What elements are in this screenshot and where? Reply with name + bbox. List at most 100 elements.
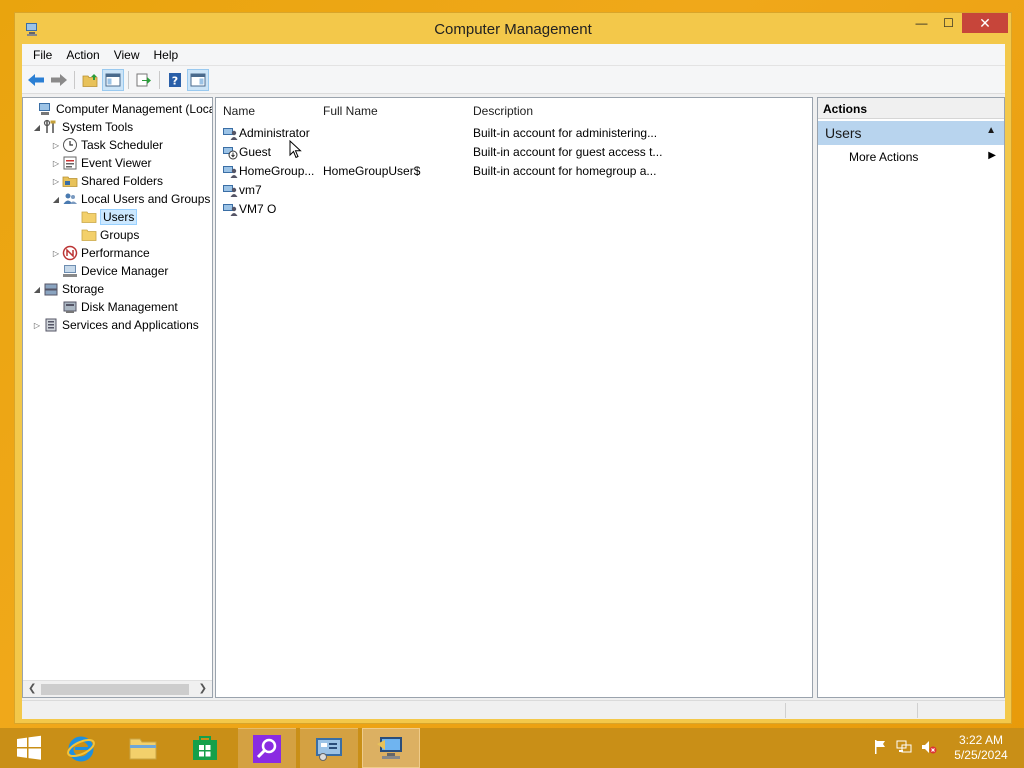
tree-item-performance[interactable]: ▷ Performance	[50, 244, 150, 262]
up-folder-icon[interactable]	[79, 69, 101, 91]
user-description: Built-in account for administering...	[473, 126, 658, 140]
menu-help[interactable]: Help	[147, 48, 186, 62]
users-groups-icon	[62, 191, 78, 207]
network-icon[interactable]	[896, 739, 912, 758]
tree-item-storage[interactable]: ◢ Storage	[31, 280, 104, 298]
disk-management-icon	[62, 299, 78, 315]
start-icon[interactable]	[0, 728, 58, 768]
expand-arrow-icon[interactable]: ▷	[50, 177, 62, 186]
collapse-up-icon[interactable]: ▲	[986, 125, 996, 136]
scroll-right-icon[interactable]: ❯	[199, 683, 207, 694]
tree-horizontal-scrollbar[interactable]: ❮ ❯	[23, 680, 212, 697]
actions-pane: Actions Users ▲ More Actions ▶	[817, 97, 1005, 698]
toolbar-separator	[74, 70, 75, 89]
tree-item-local-users-and-groups[interactable]: ◢ Local Users and Groups	[50, 190, 210, 208]
user-description: Built-in account for homegroup a...	[473, 164, 657, 178]
collapse-arrow-icon[interactable]: ◢	[31, 123, 43, 132]
collapse-arrow-icon[interactable]: ◢	[50, 195, 62, 204]
column-header-full-name[interactable]: Full Name	[323, 104, 378, 118]
status-divider	[785, 703, 786, 718]
show-hide-tree-icon[interactable]	[102, 68, 124, 91]
folder-icon	[81, 209, 97, 225]
tree-item-label: System Tools	[62, 120, 134, 134]
actions-section-users[interactable]: Users ▲	[818, 121, 1004, 145]
tree-item-label: Disk Management	[81, 300, 178, 314]
column-header-description[interactable]: Description	[473, 104, 533, 118]
users-list[interactable]: Name Full Name Description Administrator…	[215, 97, 813, 698]
tree-item-shared-folders[interactable]: ▷ Shared Folders	[50, 172, 163, 190]
list-item[interactable]: vm7	[222, 181, 812, 200]
folder-icon	[81, 227, 97, 243]
tree-item-event-viewer[interactable]: ▷ Event Viewer	[50, 154, 152, 172]
expand-arrow-icon[interactable]: ▷	[50, 141, 62, 150]
menu-file[interactable]: File	[26, 48, 59, 62]
tree-item-disk-management[interactable]: Disk Management	[50, 298, 178, 316]
forward-icon[interactable]	[48, 69, 70, 91]
client-area: File Action View Help ? Computer Managem…	[22, 44, 1005, 719]
minimize-button[interactable]: —	[908, 13, 935, 33]
user-name: Administrator	[239, 126, 310, 140]
scroll-thumb[interactable]	[41, 684, 189, 695]
close-button[interactable]: ✕	[962, 13, 1008, 33]
expand-arrow-icon[interactable]: ▷	[50, 159, 62, 168]
tree-item-label: Local Users and Groups	[81, 192, 211, 206]
tree-item-label: Shared Folders	[81, 174, 164, 188]
flag-icon[interactable]	[873, 739, 887, 758]
computer-management-window: Computer Management — ☐ ✕ File Action Vi…	[14, 12, 1012, 724]
system-tray	[873, 728, 937, 768]
control-panel-icon[interactable]	[300, 728, 358, 768]
menu-view[interactable]: View	[107, 48, 147, 62]
collapse-arrow-icon[interactable]: ◢	[31, 285, 43, 294]
store-icon[interactable]	[176, 728, 234, 768]
tree-item-label: Device Manager	[81, 264, 169, 278]
user-disabled-icon	[222, 144, 238, 160]
computer-management-app-icon[interactable]	[362, 728, 420, 768]
window-title: Computer Management	[434, 21, 592, 38]
menu-action[interactable]: Action	[59, 48, 106, 62]
list-item[interactable]: Guest Built-in account for guest access …	[222, 143, 812, 162]
user-icon	[222, 182, 238, 198]
performance-icon	[62, 245, 78, 261]
tree-item-label: Services and Applications	[62, 318, 199, 332]
maximize-button[interactable]: ☐	[935, 13, 962, 33]
file-explorer-icon[interactable]	[114, 728, 172, 768]
toolbar: ?	[22, 66, 1005, 94]
internet-explorer-icon[interactable]	[52, 728, 110, 768]
show-hide-action-pane-icon[interactable]	[187, 68, 209, 91]
actions-section-label: Users	[825, 125, 862, 141]
tree-item-services-and-applications[interactable]: ▷ Services and Applications	[31, 316, 199, 334]
console-tree[interactable]: Computer Management (Local ◢ System Tool…	[22, 97, 213, 698]
tree-item-users[interactable]: Users	[69, 208, 138, 226]
title-bar[interactable]: Computer Management — ☐ ✕	[15, 13, 1011, 44]
submenu-arrow-icon: ▶	[988, 150, 996, 161]
tree-item-computer-management[interactable]: Computer Management (Local	[25, 100, 212, 118]
user-name: Guest	[239, 145, 272, 159]
clock-icon	[62, 137, 78, 153]
tree-item-task-scheduler[interactable]: ▷ Task Scheduler	[50, 136, 163, 154]
more-actions-link[interactable]: More Actions	[849, 150, 918, 164]
user-name: VM7 O	[239, 202, 277, 216]
tree-item-groups[interactable]: Groups	[69, 226, 139, 244]
expand-arrow-icon[interactable]: ▷	[31, 321, 43, 330]
list-item[interactable]: Administrator Built-in account for admin…	[222, 124, 812, 143]
clock[interactable]: 3:22 AM 5/25/2024	[948, 733, 1014, 763]
status-divider	[917, 703, 918, 718]
tree-item-system-tools[interactable]: ◢ System Tools	[31, 118, 133, 136]
help-icon[interactable]: ?	[164, 69, 186, 91]
tree-item-label: Event Viewer	[81, 156, 152, 170]
list-item[interactable]: HomeGroup... HomeGroupUser$ Built-in acc…	[222, 162, 812, 181]
back-icon[interactable]	[25, 69, 47, 91]
svg-text:?: ?	[172, 74, 178, 87]
tree-item-device-manager[interactable]: Device Manager	[50, 262, 168, 280]
column-header-name[interactable]: Name	[223, 104, 255, 118]
volume-muted-icon[interactable]	[921, 739, 937, 758]
user-name: HomeGroup...	[239, 164, 315, 178]
export-list-icon[interactable]	[133, 69, 155, 91]
list-item[interactable]: VM7 O	[222, 200, 812, 219]
scroll-left-icon[interactable]: ❮	[28, 683, 36, 694]
search-app-icon[interactable]	[238, 728, 296, 768]
tree-item-label: Groups	[100, 228, 140, 242]
expand-arrow-icon[interactable]: ▷	[50, 249, 62, 258]
actions-header: Actions	[818, 98, 1004, 119]
taskbar: 3:22 AM 5/25/2024	[0, 728, 1024, 768]
